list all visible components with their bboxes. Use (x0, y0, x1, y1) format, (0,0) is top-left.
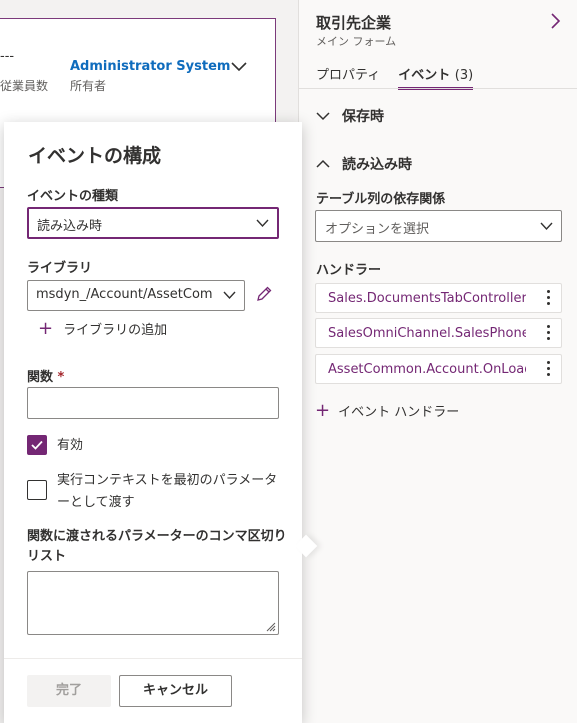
add-event-handler-button[interactable]: + イベント ハンドラー (315, 401, 459, 420)
pane-title: 取引先企業 (316, 14, 392, 32)
add-library-button[interactable]: + ライブラリの追加 (38, 319, 167, 338)
tab-properties[interactable]: プロパティ (316, 64, 380, 90)
dependency-dropdown[interactable]: オプションを選択 (315, 210, 562, 242)
owner-name-link[interactable]: Administrator System (70, 59, 230, 74)
tab-events[interactable]: イベント (3) (398, 64, 474, 90)
enabled-checkbox-row[interactable]: 有効 (27, 435, 287, 457)
pane-subtitle: メイン フォーム (316, 35, 397, 48)
event-type-dropdown[interactable]: 読み込み時 (27, 207, 279, 239)
checkmark-icon (31, 440, 43, 450)
handler-item[interactable]: AssetCommon.Account.OnLoad (315, 354, 562, 384)
pass-context-checkbox-row[interactable]: 実行コンテキストを最初のパラメーターとして渡す (27, 470, 287, 514)
more-options-icon[interactable] (545, 325, 551, 343)
handlers-label: ハンドラー (316, 263, 382, 278)
dependency-label: テーブル列の依存関係 (316, 192, 446, 207)
add-library-label: ライブラリの追加 (63, 323, 168, 338)
handler-name: SalesOmniChannel.SalesPhoneN (328, 326, 526, 341)
resize-grip-icon[interactable] (266, 622, 276, 632)
pass-context-checkbox[interactable] (27, 480, 47, 500)
chevron-down-icon (256, 219, 269, 228)
enabled-label: 有効 (57, 438, 84, 453)
required-mark: * (57, 370, 65, 385)
edit-pencil-icon[interactable] (255, 285, 273, 303)
chevron-down-icon (316, 112, 330, 121)
chevron-down-icon[interactable] (230, 59, 248, 73)
more-options-icon[interactable] (545, 290, 551, 308)
enabled-checkbox[interactable] (27, 435, 47, 455)
section-on-save-label: 保存時 (342, 109, 384, 125)
owner-label: 所有者 (70, 79, 107, 93)
plus-icon: + (315, 399, 331, 421)
handler-item[interactable]: Sales.DocumentsTabController.s (315, 283, 562, 313)
properties-pane: 取引先企業 メイン フォーム プロパティ イベント (3) 保存時 読み込み時 … (298, 0, 577, 723)
section-on-load-label: 読み込み時 (342, 157, 412, 173)
configure-event-dialog: イベントの構成 イベントの種類 読み込み時 ライブラリ msdyn_/Accou… (4, 122, 318, 723)
event-type-label: イベントの種類 (27, 189, 119, 204)
tab-events-count: (3) (454, 68, 474, 83)
event-type-value: 読み込み時 (37, 219, 103, 234)
cancel-button[interactable]: キャンセル (119, 675, 232, 707)
library-value: msdyn_/Account/AssetCom... (36, 287, 214, 302)
handler-name: AssetCommon.Account.OnLoad (328, 362, 526, 377)
plus-icon: + (38, 317, 54, 339)
done-button[interactable]: 完了 (27, 675, 111, 707)
employee-count-label: 従業員数 (0, 79, 49, 93)
section-on-load[interactable]: 読み込み時 (316, 154, 412, 174)
chevron-up-icon (316, 159, 330, 168)
section-on-save[interactable]: 保存時 (316, 106, 384, 126)
more-options-icon[interactable] (545, 361, 551, 379)
employee-count-value: --- (0, 49, 15, 64)
library-label: ライブラリ (27, 261, 93, 276)
tabs-divider (299, 88, 577, 89)
dependency-placeholder: オプションを選択 (325, 222, 430, 237)
footer-divider (4, 658, 302, 659)
chevron-right-icon[interactable] (549, 12, 561, 30)
params-textarea[interactable] (27, 571, 279, 635)
dialog-title: イベントの構成 (28, 145, 162, 167)
pane-tabs: プロパティ イベント (3) (316, 64, 474, 90)
function-input[interactable] (27, 387, 279, 419)
function-label: 関数 * (27, 370, 65, 385)
chevron-down-icon (540, 222, 553, 231)
pass-context-label: 実行コンテキストを最初のパラメーターとして渡す (57, 473, 278, 510)
chevron-down-icon (223, 291, 236, 300)
handler-name: Sales.DocumentsTabController.s (328, 291, 526, 306)
handler-item[interactable]: SalesOmniChannel.SalesPhoneN (315, 318, 562, 348)
library-dropdown[interactable]: msdyn_/Account/AssetCom... (27, 280, 245, 311)
add-event-handler-label: イベント ハンドラー (338, 405, 460, 420)
params-label: 関数に渡されるパラメーターのコンマ区切りリスト (27, 529, 287, 564)
